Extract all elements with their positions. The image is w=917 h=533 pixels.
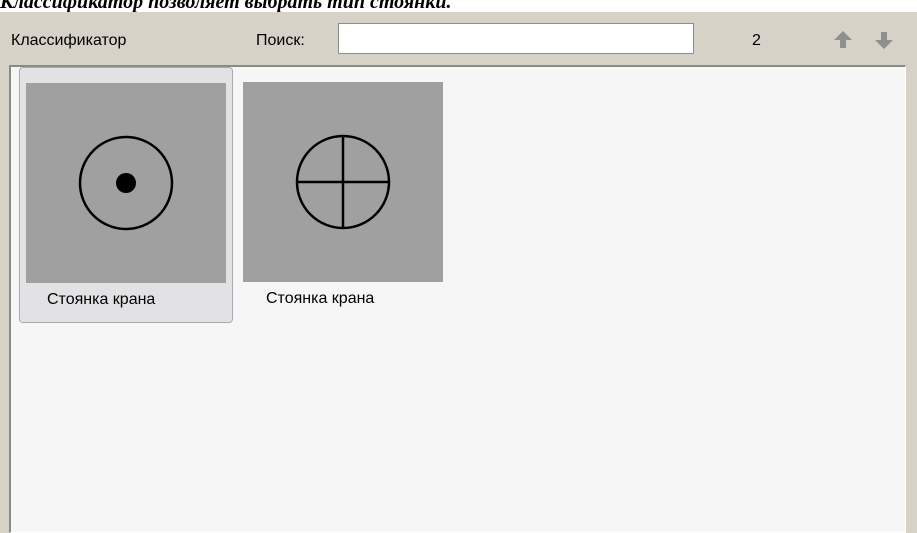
arrow-up-icon[interactable] [832,29,854,51]
classifier-list: Стоянка крана Стоянка крана [9,65,906,533]
list-item-crane-stand-dot[interactable]: Стоянка крана [19,67,233,323]
circle-cross-icon [295,134,391,230]
list-item-crane-stand-cross[interactable]: Стоянка крана [239,67,453,323]
circle-dot-icon [78,135,174,231]
thumbnail [243,82,443,282]
arrow-down-icon[interactable] [873,29,895,51]
thumbnail [26,83,226,283]
classifier-panel: Классификатор Поиск: 2 Стоянка крана Сто… [0,12,917,533]
toolbar: Классификатор Поиск: 2 [0,12,917,62]
panel-title: Классификатор [11,32,127,49]
search-input[interactable] [338,23,694,54]
item-label: Стоянка крана [266,290,375,307]
search-label: Поиск: [256,32,305,49]
item-label: Стоянка крана [47,291,156,308]
page-caption: Классификатор позволяет выбрать тип стоя… [0,0,452,12]
result-count: 2 [752,32,761,49]
